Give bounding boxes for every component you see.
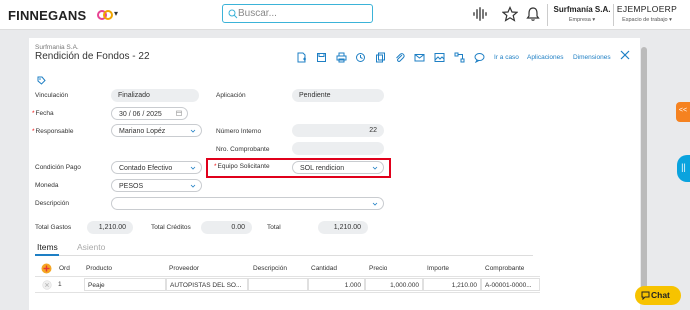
tab-asiento[interactable]: Asiento — [77, 242, 105, 252]
logo-mark-icon — [97, 10, 113, 20]
voice-assistant-icon[interactable] — [472, 6, 488, 22]
total-gastos-label: Total Gastos — [35, 224, 72, 231]
total-field: 1,210.00 — [318, 221, 368, 234]
tab-items[interactable]: Items — [37, 242, 58, 252]
dimensiones-link[interactable]: Dimensiones — [573, 54, 611, 61]
divider — [613, 4, 614, 26]
col-producto: Producto — [86, 265, 113, 272]
app-menu-caret-icon[interactable]: ▾ — [114, 9, 118, 18]
cell-comprobante[interactable]: A-00001-0000... — [481, 278, 540, 291]
aplicacion-field: Pendiente — [292, 89, 384, 102]
descripcion-select[interactable] — [111, 197, 384, 210]
calendar-icon[interactable] — [176, 110, 182, 116]
remove-row-icon[interactable] — [42, 280, 52, 290]
attach-icon[interactable] — [394, 52, 405, 63]
col-importe: Importe — [427, 265, 450, 272]
aplicaciones-link[interactable]: Aplicaciones — [527, 54, 564, 61]
fecha-input[interactable]: 30 / 06 / 2025 — [111, 107, 188, 120]
cell-cantidad[interactable]: 1.000 — [308, 278, 365, 291]
chat-label: Chat — [651, 290, 670, 300]
nro-comprobante-field — [292, 142, 384, 155]
detail-tabs: Items Asiento — [35, 242, 533, 256]
tabs-divider — [35, 255, 533, 256]
close-icon[interactable] — [619, 49, 631, 61]
numero-interno-field: 22 — [292, 124, 384, 137]
moneda-label: Moneda — [35, 182, 59, 189]
workspace-name[interactable]: EJEMPLOERP — [616, 4, 678, 14]
cell-ord: 1 — [58, 281, 62, 288]
responsable-label: *Responsable — [32, 128, 74, 135]
cell-proveedor[interactable]: AUTOPISTAS DEL SO... — [166, 278, 248, 291]
search-icon — [228, 9, 238, 19]
cell-importe[interactable]: 1,210.00 — [423, 278, 481, 291]
top-bar: FINNEGANS ▾ Buscar... Surfmanía S.A. Emp… — [0, 0, 690, 30]
notifications-bell-icon[interactable] — [525, 6, 541, 22]
total-gastos-field: 1,210.00 — [87, 221, 133, 234]
total-label: Total — [267, 224, 281, 231]
comments-icon[interactable] — [474, 52, 485, 63]
favorites-star-icon[interactable] — [502, 6, 518, 22]
scrollbar[interactable] — [641, 47, 647, 301]
workspace-caption: Espacio de trabajo ▾ — [622, 17, 672, 23]
col-descripcion: Descripción — [253, 265, 287, 272]
add-row-icon[interactable] — [41, 263, 52, 274]
grid-header: Ord Producto Proveedor Descripción Canti… — [35, 261, 540, 277]
col-proveedor: Proveedor — [169, 265, 199, 272]
chevron-down-icon — [190, 184, 196, 188]
chevron-down-icon — [372, 202, 378, 206]
nro-comprobante-label: Nro. Comprobante — [216, 146, 270, 153]
active-tab-indicator — [35, 254, 59, 256]
equipo-solicitante-label: *Equipo Solicitante — [214, 163, 270, 170]
equipo-solicitante-select[interactable]: SOL rendicion — [292, 161, 384, 174]
page-title: Rendición de Fondos - 22 — [35, 51, 150, 62]
search-input[interactable]: Buscar... — [222, 4, 373, 23]
items-grid: Ord Producto Proveedor Descripción Canti… — [35, 261, 540, 293]
descripcion-label: Descripción — [35, 200, 69, 207]
col-comprobante: Comprobante — [485, 265, 525, 272]
vinculacion-field: Finalizado — [111, 89, 199, 102]
tag-icon[interactable] — [37, 76, 46, 85]
print-icon[interactable] — [336, 52, 347, 63]
cell-precio[interactable]: 1,000.000 — [365, 278, 423, 291]
col-precio: Precio — [369, 265, 388, 272]
cell-descripcion[interactable] — [248, 278, 308, 291]
col-ord: Ord — [59, 265, 70, 272]
workflow-icon[interactable] — [454, 52, 465, 63]
total-creditos-label: Total Créditos — [151, 224, 191, 231]
chat-button[interactable]: Chat — [635, 286, 681, 305]
col-cantidad: Cantidad — [311, 265, 338, 272]
moneda-select[interactable]: PESOS — [111, 179, 202, 192]
table-row[interactable]: 1 Peaje AUTOPISTAS DEL SO... 1.000 1,000… — [35, 277, 540, 293]
ir-a-caso-link[interactable]: Ir a caso — [494, 54, 519, 61]
numero-interno-label: Número Interno — [216, 128, 262, 135]
company-caption: Empresa ▾ — [568, 17, 596, 23]
new-document-icon[interactable] — [296, 52, 307, 63]
total-creditos-field: 0.00 — [201, 221, 252, 234]
divider — [547, 4, 548, 26]
app-logo[interactable]: FINNEGANS — [8, 8, 86, 23]
fecha-label: *Fecha — [32, 110, 54, 117]
chat-icon — [641, 291, 650, 300]
image-icon[interactable] — [434, 52, 445, 63]
header-company: Surfmania S.A. — [35, 44, 79, 51]
company-name[interactable]: Surfmanía S.A. — [553, 5, 611, 14]
copy-icon[interactable] — [375, 52, 386, 63]
search-placeholder: Buscar... — [238, 8, 277, 19]
responsable-select[interactable]: Mariano Lopéz — [111, 124, 202, 137]
cell-producto[interactable]: Peaje — [84, 278, 166, 291]
chevron-down-icon — [372, 166, 378, 170]
chevron-down-icon — [190, 129, 196, 133]
side-panel-handle[interactable]: || — [677, 155, 690, 182]
chevron-down-icon — [190, 166, 196, 170]
aplicacion-label: Aplicación — [216, 92, 246, 99]
save-icon[interactable] — [316, 52, 327, 63]
form-card: Surfmania S.A. Rendición de Fondos - 22 … — [29, 38, 640, 310]
vinculacion-label: Vinculación — [35, 92, 69, 99]
condicion-pago-select[interactable]: Contado Efectivo — [111, 161, 202, 174]
email-icon[interactable] — [414, 52, 425, 63]
history-icon[interactable] — [355, 52, 366, 63]
condicion-pago-label: Condición Pago — [35, 164, 81, 171]
collapse-side-panel-button[interactable]: << — [676, 102, 690, 122]
